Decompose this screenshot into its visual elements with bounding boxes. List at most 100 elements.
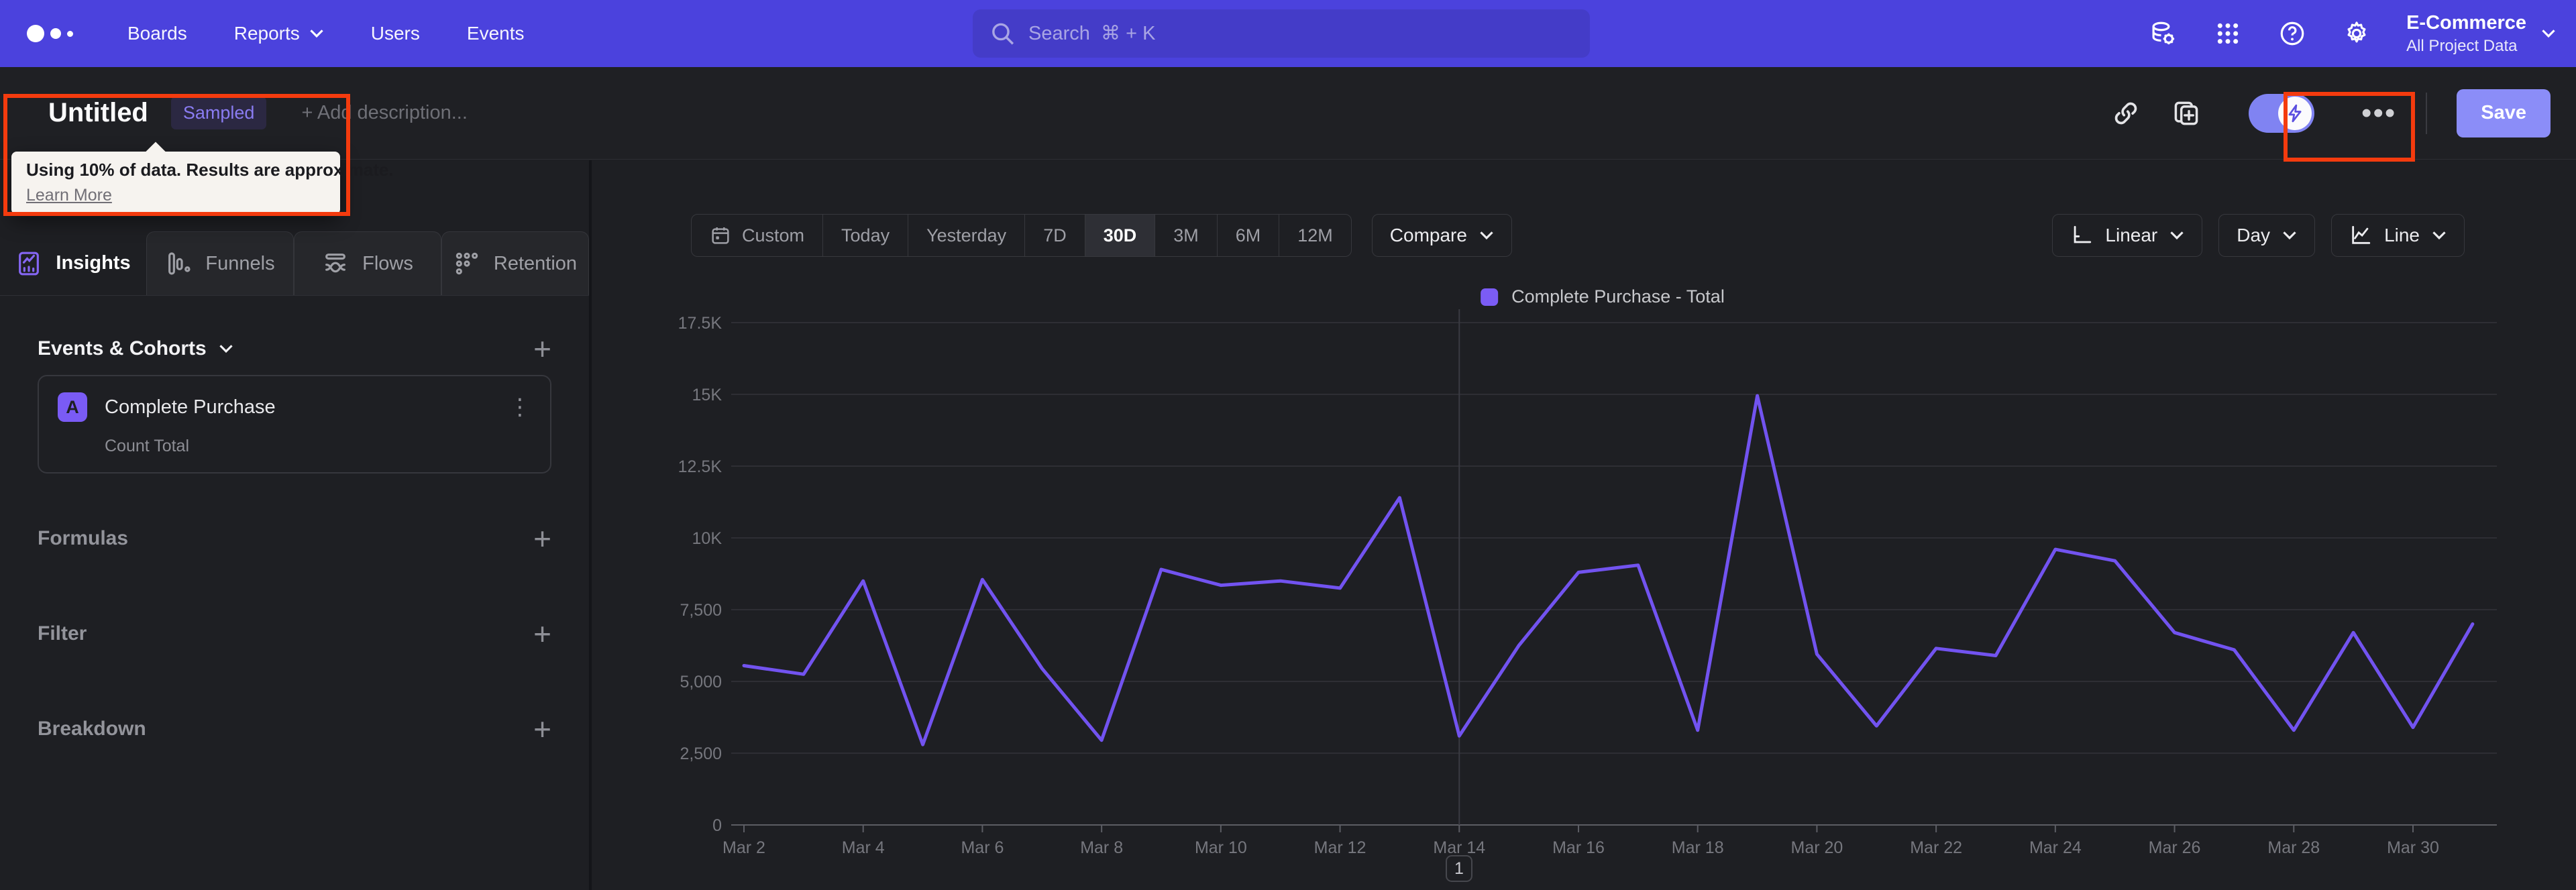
query-sidebar: Insights Funnels Flows Retention Events & C… — [0, 160, 592, 890]
range-custom[interactable]: Custom — [692, 215, 822, 256]
scale-dropdown[interactable]: Linear — [2052, 214, 2203, 257]
save-button[interactable]: Save — [2457, 89, 2551, 137]
nav-item-users[interactable]: Users — [371, 23, 420, 44]
nav-item-label: Boards — [127, 23, 187, 44]
report-tabs: Insights Funnels Flows Retention — [0, 231, 589, 296]
add-to-board-icon[interactable] — [2171, 98, 2202, 129]
chevron-down-icon — [1480, 231, 1493, 240]
tab-label: Insights — [56, 252, 131, 274]
x-tick-label: Mar 12 — [1314, 838, 1366, 857]
search-icon — [992, 23, 1014, 45]
nav-item-label: Reports — [233, 23, 300, 44]
range-label: 12M — [1297, 225, 1333, 245]
tab-retention[interactable]: Retention — [441, 231, 589, 295]
interval-dropdown[interactable]: Day — [2218, 214, 2316, 257]
x-tick-label: Mar 28 — [2267, 838, 2320, 857]
add-breakdown-button[interactable]: + — [533, 714, 551, 744]
x-tick-label: Mar 10 — [1195, 838, 1247, 857]
tab-label: Funnels — [205, 252, 275, 274]
sampled-badge[interactable]: Sampled — [170, 97, 267, 129]
sidebar-section-filter: Filter + — [38, 618, 551, 649]
event-name[interactable]: Complete Purchase — [105, 396, 508, 419]
tab-funnels[interactable]: Funnels — [146, 231, 294, 295]
pagination-page-1[interactable]: 1 — [1446, 855, 1472, 882]
chevron-down-icon — [219, 345, 233, 353]
events-cohorts-header[interactable]: Events & Cohorts — [38, 337, 233, 360]
y-tick-label: 0 — [712, 816, 722, 835]
y-tick-label: 7,500 — [680, 601, 722, 620]
range-label: Today — [841, 225, 890, 245]
series-line-complete-purchase[interactable] — [742, 394, 2475, 746]
chevron-down-icon — [2283, 231, 2296, 240]
tab-insights[interactable]: Insights — [0, 231, 146, 295]
x-tick-label: Mar 4 — [842, 838, 885, 857]
apps-grid-icon[interactable] — [2213, 19, 2243, 48]
project-scope: All Project Data — [2406, 36, 2518, 55]
tab-label: Flows — [362, 252, 413, 274]
event-metric[interactable]: Count Total — [105, 437, 531, 456]
x-tick-label: Mar 30 — [2387, 838, 2439, 857]
x-tick-label: Mar 6 — [961, 838, 1004, 857]
search-bar[interactable] — [973, 9, 1590, 58]
learn-more-link[interactable]: Learn More — [26, 186, 112, 205]
section-label: Filter — [38, 622, 87, 645]
add-description-button[interactable]: + Add description... — [301, 102, 467, 124]
copy-link-icon[interactable] — [2110, 98, 2141, 129]
range-6m[interactable]: 6M — [1216, 215, 1279, 256]
more-options-button[interactable]: ••• — [2361, 98, 2396, 127]
x-tick-label: Mar 24 — [2029, 838, 2082, 857]
range-label: Custom — [742, 225, 805, 245]
range-12m[interactable]: 12M — [1279, 215, 1351, 256]
y-tick-label: 15K — [692, 386, 722, 404]
settings-gear-icon[interactable] — [2342, 19, 2371, 48]
sampling-toggle[interactable] — [2249, 93, 2315, 133]
range-yesterday[interactable]: Yesterday — [908, 215, 1024, 256]
tab-flows[interactable]: Flows — [294, 231, 441, 295]
event-options-kebab-icon[interactable]: ⋮ — [508, 396, 531, 419]
x-tick-label: Mar 22 — [1910, 838, 1962, 857]
chevron-down-icon — [310, 30, 323, 38]
nav-item-label: Users — [370, 23, 420, 44]
range-7d[interactable]: 7D — [1024, 215, 1085, 256]
x-tick-label: Mar 26 — [2149, 838, 2201, 857]
nav-right-cluster: E-Commerce All Project Data — [2149, 0, 2556, 67]
x-tick-label: Mar 16 — [1552, 838, 1605, 857]
mixpanel-logo-icon[interactable] — [27, 25, 87, 42]
funnels-tab-icon — [168, 252, 191, 275]
chart-controls: Custom Today Yesterday 7D 30D 3M 6M 12M Compare… — [691, 214, 2465, 257]
sidebar-section-formulas: Formulas + — [38, 523, 551, 554]
project-switcher[interactable]: E-Commerce All Project Data — [2406, 12, 2556, 56]
chart-type-dropdown[interactable]: Line — [2331, 214, 2465, 257]
help-icon[interactable] — [2277, 19, 2307, 48]
compare-dropdown[interactable]: Compare — [1371, 214, 1512, 257]
line-chart[interactable]: 0 2,500 5,000 7,500 10K 12.5K 15K 17.5K Mar 2 Mar… — [592, 294, 2576, 890]
add-event-button[interactable]: + — [533, 333, 551, 364]
add-formulas-button[interactable]: + — [533, 523, 551, 554]
event-row-card[interactable]: A Complete Purchase ⋮ Count Total — [38, 375, 551, 474]
nav-item-events[interactable]: Events — [467, 23, 525, 44]
event-letter-badge: A — [58, 392, 87, 422]
nav-items: Boards Reports Users Events — [127, 23, 525, 44]
project-name: E-Commerce — [2406, 11, 2526, 34]
range-label: 7D — [1043, 225, 1067, 245]
y-tick-label: 17.5K — [678, 314, 722, 333]
chevron-down-icon — [2170, 231, 2184, 240]
x-tick-label: Mar 14 — [1433, 838, 1485, 857]
nav-item-reports[interactable]: Reports — [234, 23, 324, 44]
range-label: Yesterday — [926, 225, 1007, 245]
range-label: 3M — [1173, 225, 1199, 245]
nav-item-boards[interactable]: Boards — [127, 23, 187, 44]
x-tick-label: Mar 8 — [1080, 838, 1123, 857]
search-input[interactable] — [1028, 22, 1574, 45]
toolbar-actions: ••• Save — [2110, 89, 2551, 137]
range-3m[interactable]: 3M — [1155, 215, 1217, 256]
data-management-icon[interactable] — [2149, 19, 2178, 48]
flows-tab-icon — [325, 254, 346, 273]
top-nav: Boards Reports Users Events Search ⌘ + K… — [0, 0, 2576, 67]
range-30d[interactable]: 30D — [1084, 215, 1155, 256]
chevron-down-icon — [2432, 231, 2446, 240]
range-today[interactable]: Today — [822, 215, 908, 256]
report-title[interactable]: Untitled — [48, 98, 148, 128]
add-filter-button[interactable]: + — [533, 618, 551, 649]
tab-label: Retention — [493, 252, 578, 274]
